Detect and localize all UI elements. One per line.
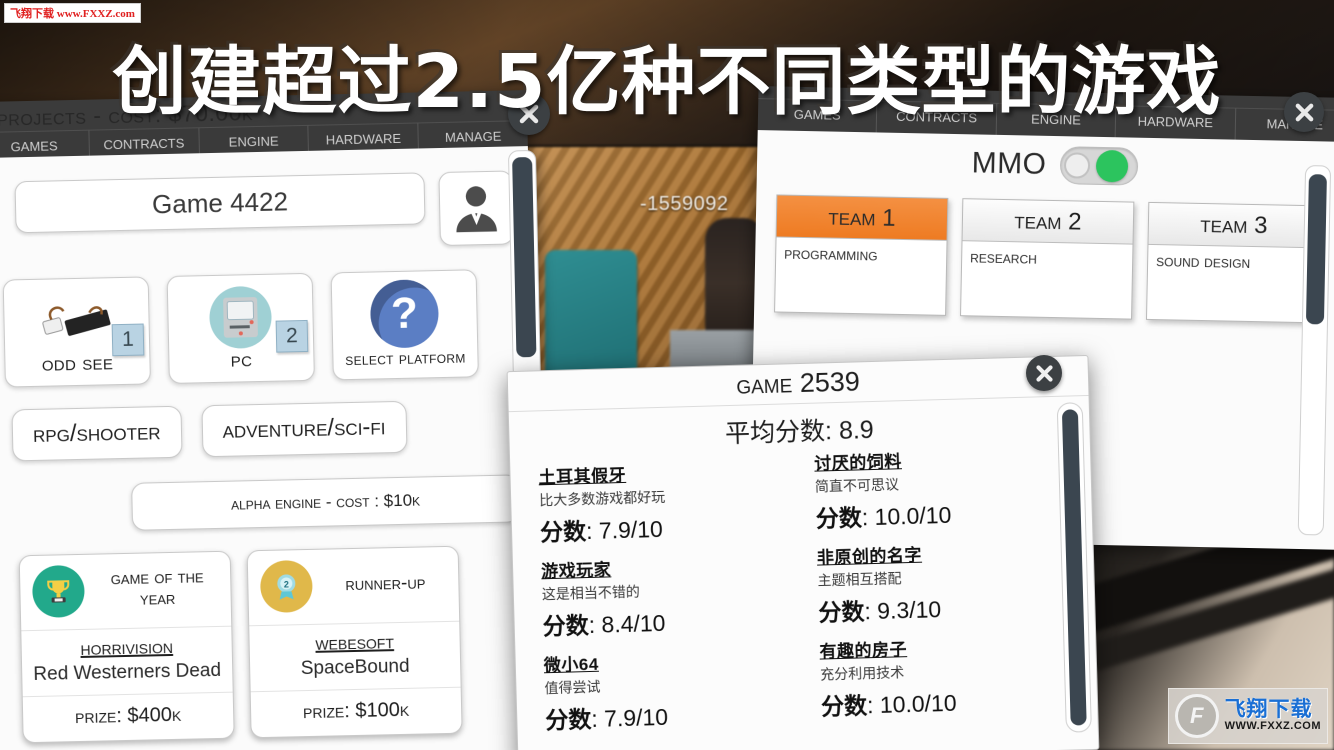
watermark-bottom: F 飞翔下载 WWW.FXXZ.COM (1168, 688, 1328, 744)
review-score-3: 分数: 7.9/10 (544, 703, 669, 734)
award-prize-runner-up: Prize: $100K (302, 698, 410, 724)
review-item-3: 微小64 值得尝试 分数: 7.9/10 (543, 644, 803, 735)
platform-tile-select[interactable]: ? Select Platform (330, 269, 479, 381)
award-game-goty: Red Westerners Dead (33, 659, 222, 685)
review-item-1: 土耳其假牙 比大多数游戏都好玩 分数: 7.9/10 (538, 456, 798, 547)
review-score-2: 分数: 8.4/10 (542, 609, 666, 640)
review-dialog: Game 2539 平均分数: 8.9 土耳其假牙 比大多数游戏都好玩 分数: … (506, 354, 1100, 750)
avatar[interactable] (438, 170, 514, 247)
mmo-row: MMO (771, 140, 1334, 189)
platform-tiles: 1 Odd See 2 PC (2, 268, 517, 388)
computer-icon (208, 285, 273, 350)
review-column-right: 讨厌的饲料 简直不可思议 分数: 10.0/10 非原创的名字 主题相互搭配 分… (814, 448, 1080, 737)
award-studio-runner-up: WeBeSoft (315, 631, 395, 655)
mmo-toggle-off-knob (1064, 152, 1091, 179)
close-right-window[interactable] (1284, 92, 1324, 132)
close-icon (1035, 364, 1053, 382)
engine-button[interactable]: Alpha Engine - Cost : $10K (131, 474, 521, 531)
projects-window: Projects - Cost: $70.00K Games Contracts… (0, 90, 550, 750)
award-card-runner-up[interactable]: 2 Runner-up WeBeSoft SpaceBound Prize: $… (246, 545, 463, 739)
mmo-toggle-on-knob (1096, 149, 1129, 183)
genre-button-primary[interactable]: RPG/Shooter (11, 405, 183, 462)
review-score-1: 分数: 7.9/10 (539, 515, 664, 546)
platform-label-select: Select Platform (345, 347, 466, 370)
award-prize-goty: Prize: $400K (74, 703, 182, 729)
award-studio-goty: Horrivision (80, 635, 174, 660)
projects-scrollbar-thumb[interactable] (512, 156, 537, 358)
review-score-4: 分数: 10.0/10 (815, 501, 952, 532)
mmo-label: MMO (971, 146, 1047, 181)
person-icon (456, 186, 497, 233)
team-card-2[interactable]: Team 2 Research (960, 198, 1135, 320)
team-task-2: Research (970, 247, 1038, 268)
tab-engine-right[interactable]: Engine (996, 102, 1117, 138)
platform-tile-odd-see[interactable]: 1 Odd See (2, 276, 151, 388)
mmo-toggle[interactable] (1060, 146, 1139, 186)
review-column-left: 土耳其假牙 比大多数游戏都好玩 分数: 7.9/10 游戏玩家 这是相当不错的 … (538, 456, 804, 745)
tab-contracts-right[interactable]: Contracts (877, 100, 998, 135)
team-row: Team 1 Programming Team 2 Research Team … (774, 194, 1334, 324)
close-icon (1295, 103, 1313, 121)
review-item-2: 游戏玩家 这是相当不错的 分数: 8.4/10 (541, 550, 801, 641)
review-scrollbar-thumb[interactable] (1061, 409, 1087, 726)
review-item-4: 讨厌的饲料 简直不可思议 分数: 10.0/10 (814, 442, 1074, 533)
tab-games-right[interactable]: Games (757, 98, 878, 133)
platform-tile-pc[interactable]: 2 PC (166, 272, 315, 384)
watermark-bottom-en: WWW.FXXZ.COM (1224, 720, 1321, 733)
award-game-runner-up: SpaceBound (300, 655, 410, 680)
review-item-5: 非原创的名字 主题相互搭配 分数: 9.3/10 (817, 536, 1077, 627)
award-title-runner-up: Runner-up (345, 571, 426, 595)
close-icon (519, 104, 539, 124)
platform-label-pc: PC (230, 348, 253, 372)
game-name-field[interactable]: Game 4422 (14, 172, 426, 234)
watermark-top: 飞翔下载 www.FXXZ.com (4, 3, 141, 23)
team-name-3: Team 3 (1148, 202, 1320, 249)
team-card-3[interactable]: Team 3 Sound Design (1145, 201, 1321, 324)
review-grid: 土耳其假牙 比大多数游戏都好玩 分数: 7.9/10 游戏玩家 这是相当不错的 … (510, 444, 1098, 746)
team-scrollbar-thumb[interactable] (1305, 174, 1327, 325)
review-score-6: 分数: 10.0/10 (820, 689, 957, 720)
question-mark-icon: ? (369, 279, 440, 349)
background-chair (545, 250, 637, 375)
close-review-dialog[interactable] (1026, 355, 1062, 391)
platform-label-odd-see: Odd See (41, 351, 114, 376)
background-overlay-number: -1559092 (640, 193, 729, 215)
team-task-3: Sound Design (1155, 251, 1251, 272)
svg-text:2: 2 (284, 579, 289, 589)
team-task-1: Programming (784, 243, 878, 265)
watermark-bottom-cn: 飞翔下载 (1224, 698, 1313, 722)
trophy-icon (31, 564, 86, 618)
platform-badge-pc: 2 (275, 319, 309, 353)
platform-badge-odd-see: 1 (111, 323, 145, 357)
award-title-goty: Game of the Year (110, 566, 204, 610)
awards-row: Game of the Year Horrivision Red Western… (18, 544, 525, 744)
fxxz-logo-icon: F (1175, 694, 1219, 738)
genre-row: RPG/Shooter Adventure/Sci-Fi (11, 398, 518, 462)
team-name-1: Team 1 (776, 195, 948, 241)
review-item-6: 有趣的房子 充分利用技术 分数: 10.0/10 (819, 630, 1079, 721)
team-name-2: Team 2 (962, 199, 1134, 245)
genre-button-secondary[interactable]: Adventure/Sci-Fi (201, 400, 408, 458)
game-name-row: Game 4422 (14, 170, 514, 255)
medal-icon: 2 (259, 559, 313, 614)
projects-window-body: Game 4422 1 odd see 2 pc ? select platfo… (0, 146, 542, 750)
close-left-window[interactable] (508, 93, 550, 135)
review-score-5: 分数: 9.3/10 (818, 596, 942, 626)
tab-hardware-right[interactable]: Hardware (1115, 105, 1236, 140)
award-card-goty[interactable]: Game of the Year Horrivision Red Western… (18, 550, 235, 744)
team-card-1[interactable]: Team 1 Programming (774, 194, 949, 316)
